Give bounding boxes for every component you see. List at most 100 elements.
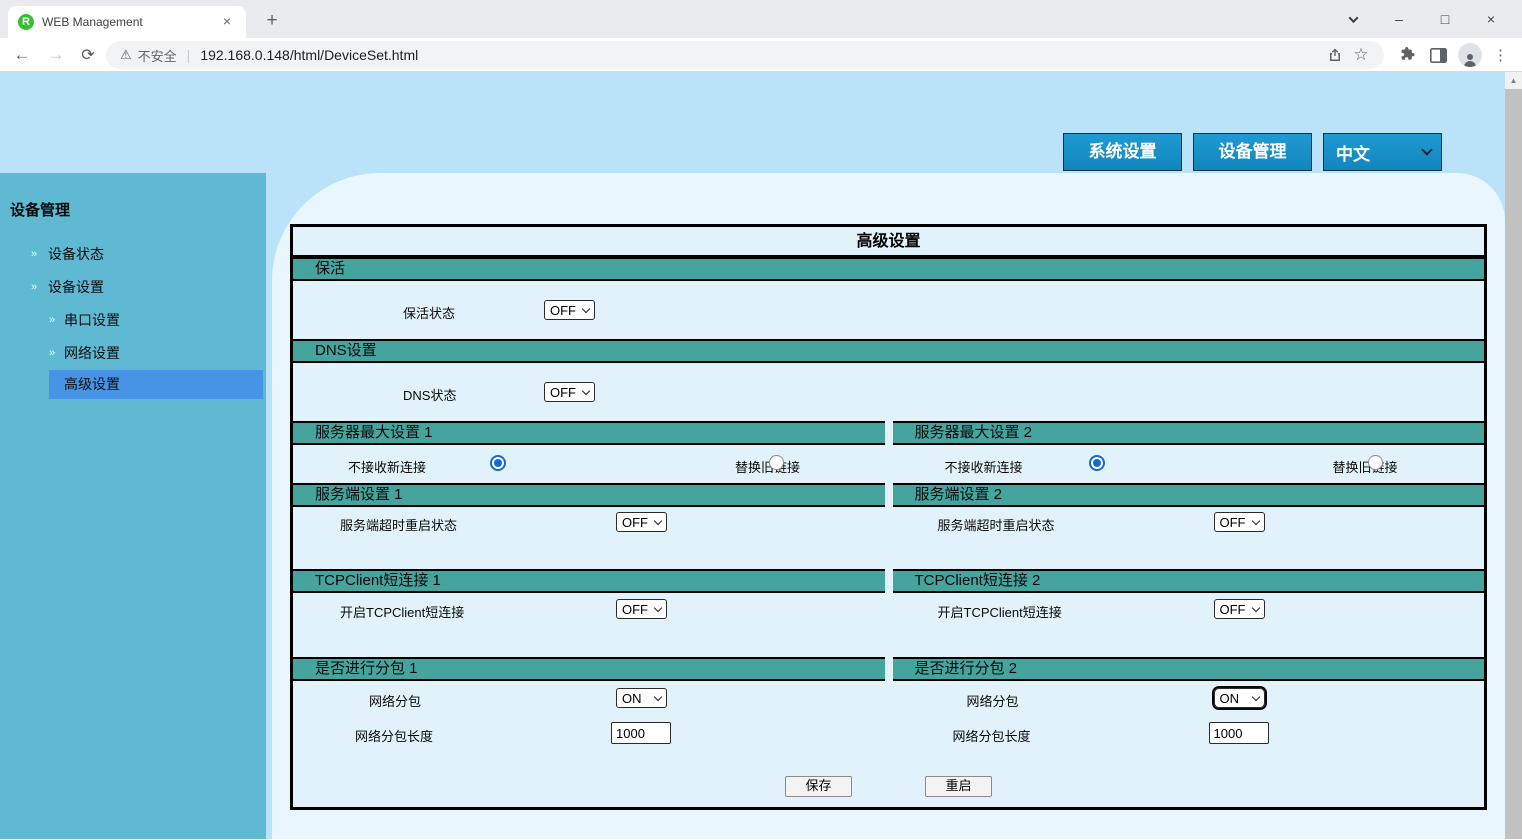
- save-button[interactable]: 保存: [785, 776, 852, 797]
- arrow-bullet-icon: »: [49, 337, 55, 370]
- packet-length-input-2[interactable]: [1209, 722, 1269, 744]
- language-value: 中文: [1336, 140, 1370, 165]
- replace-old-link-label: 替换旧链接: [1333, 457, 1398, 476]
- sidebar-item-device-status[interactable]: » 设备状态: [0, 238, 266, 271]
- section-header-tcpclient-1: TCPClient短连接 1: [293, 569, 885, 593]
- select-chevron-icon: [1251, 516, 1259, 524]
- keepalive-row: 保活状态 OFF: [293, 281, 1484, 339]
- device-management-button[interactable]: 设备管理: [1193, 133, 1312, 171]
- select-chevron-icon: [654, 603, 662, 611]
- page-scrollbar[interactable]: ▲: [1505, 72, 1522, 839]
- reload-icon[interactable]: ⟳: [75, 42, 101, 68]
- side-panel-icon[interactable]: [1423, 42, 1454, 68]
- dns-status-select[interactable]: OFF: [544, 382, 595, 402]
- sidebar-item-device-settings[interactable]: » 设备设置: [0, 271, 266, 304]
- bookmark-star-icon[interactable]: ☆: [1348, 42, 1374, 68]
- packet-length-label: 网络分包长度: [953, 726, 1031, 745]
- server-timeout-select-1[interactable]: OFF: [616, 512, 667, 532]
- page-background: 系统设置 设备管理 中文 设备管理 » 设备状态 » 设备设置 » 串口设置 »…: [0, 72, 1522, 839]
- section-header-keepalive: 保活: [293, 257, 1484, 281]
- server-max-2-options: 不接收新连接 替换旧链接: [893, 445, 1485, 483]
- sidebar: 设备管理 » 设备状态 » 设备设置 » 串口设置 » 网络设置 高级设置: [0, 173, 266, 839]
- replace-old-link-label: 替换旧链接: [735, 457, 800, 476]
- minimize-button[interactable]: –: [1376, 0, 1422, 38]
- section-header-server-max-1: 服务器最大设置 1: [293, 421, 885, 445]
- server-timeout-row-1: 服务端超时重启状态 OFF: [293, 507, 885, 569]
- section-header-tcpclient-2: TCPClient短连接 2: [893, 569, 1485, 593]
- keepalive-status-label: 保活状态: [403, 303, 455, 322]
- scrollbar-up-icon[interactable]: ▲: [1505, 72, 1522, 89]
- tcpclient-select-2[interactable]: OFF: [1214, 599, 1265, 619]
- section-header-packet-2: 是否进行分包 2: [893, 657, 1485, 681]
- address-bar[interactable]: ⚠ 不安全 | 192.168.0.148/html/DeviceSet.htm…: [106, 41, 1384, 69]
- form-actions: 保存 重启: [293, 765, 1484, 807]
- server-timeout-label: 服务端超时重启状态: [340, 515, 457, 534]
- tcpclient-row-2: 开启TCPClient短连接 OFF: [893, 593, 1485, 657]
- replace-old-link-radio-1[interactable]: [769, 455, 784, 470]
- favicon-icon: R: [18, 14, 34, 30]
- arrow-bullet-icon: »: [31, 238, 37, 271]
- dns-row: DNS状态 OFF: [293, 363, 1484, 421]
- not-secure-label[interactable]: 不安全: [138, 46, 177, 65]
- address-separator: |: [187, 47, 191, 63]
- not-secure-icon: ⚠: [120, 47, 132, 63]
- sidebar-item-advanced-settings[interactable]: 高级设置: [49, 370, 263, 399]
- packet-mode-label: 网络分包: [369, 691, 421, 710]
- packet-length-row-2: 网络分包长度: [893, 715, 1485, 751]
- select-chevron-icon: [582, 386, 590, 394]
- browser-tab[interactable]: R WEB Management ×: [8, 6, 246, 38]
- section-header-packet-1: 是否进行分包 1: [293, 657, 885, 681]
- arrow-bullet-icon: »: [31, 271, 37, 304]
- packet-mode-label: 网络分包: [967, 691, 1019, 710]
- packet-length-input-1[interactable]: [611, 722, 671, 744]
- tcpclient-enable-label: 开启TCPClient短连接: [938, 602, 1062, 621]
- server-max-1-options: 不接收新连接 替换旧链接: [293, 445, 885, 483]
- restart-button[interactable]: 重启: [925, 776, 992, 797]
- select-chevron-icon: [582, 304, 590, 312]
- section-header-dns: DNS设置: [293, 339, 1484, 363]
- no-new-connection-radio-2[interactable]: [1089, 455, 1105, 471]
- profile-avatar[interactable]: [1454, 42, 1485, 68]
- system-settings-button[interactable]: 系统设置: [1063, 133, 1182, 171]
- share-icon[interactable]: [1322, 42, 1348, 68]
- section-header-server-max-2: 服务器最大设置 2: [893, 421, 1485, 445]
- extensions-icon[interactable]: [1392, 42, 1423, 68]
- server-timeout-row-2: 服务端超时重启状态 OFF: [893, 507, 1485, 569]
- window-controls: – □ ×: [1330, 0, 1514, 38]
- section-header-server-1: 服务端设置 1: [293, 483, 885, 507]
- browser-toolbar: ← → ⟳ ⚠ 不安全 | 192.168.0.148/html/DeviceS…: [0, 38, 1522, 72]
- tab-close-icon[interactable]: ×: [218, 13, 236, 31]
- no-new-connection-radio-1[interactable]: [490, 455, 506, 471]
- tcpclient-select-1[interactable]: OFF: [616, 599, 667, 619]
- select-chevron-icon: [1251, 692, 1259, 700]
- tab-strip: R WEB Management × + – □ ×: [0, 0, 1522, 38]
- dns-status-label: DNS状态: [403, 385, 456, 404]
- language-select[interactable]: 中文: [1323, 133, 1442, 171]
- sidebar-title: 设备管理: [10, 199, 266, 220]
- packet-length-label: 网络分包长度: [355, 726, 433, 745]
- server-timeout-select-2[interactable]: OFF: [1214, 512, 1265, 532]
- arrow-bullet-icon: »: [49, 304, 55, 337]
- server-timeout-label: 服务端超时重启状态: [938, 515, 1055, 534]
- chevron-down-icon: [1421, 144, 1432, 155]
- tab-search-icon[interactable]: [1330, 0, 1376, 38]
- replace-old-link-radio-2[interactable]: [1368, 455, 1383, 470]
- new-tab-button[interactable]: +: [258, 8, 286, 36]
- advanced-settings-table: 高级设置 保活 保活状态 OFF DNS设置 DNS状态 OFF 服务器最大设置…: [290, 224, 1487, 810]
- url-text[interactable]: 192.168.0.148/html/DeviceSet.html: [200, 47, 1322, 63]
- sidebar-item-network-settings[interactable]: » 网络设置: [0, 337, 266, 370]
- back-icon[interactable]: ←: [9, 42, 35, 68]
- maximize-button[interactable]: □: [1422, 0, 1468, 38]
- sidebar-item-serial-settings[interactable]: » 串口设置: [0, 304, 266, 337]
- packet-length-row-1: 网络分包长度: [293, 715, 885, 751]
- packet-mode-select-2[interactable]: ON: [1214, 688, 1265, 708]
- forward-icon[interactable]: →: [43, 42, 69, 68]
- select-chevron-icon: [654, 516, 662, 524]
- packet-mode-select-1[interactable]: ON: [616, 688, 667, 708]
- keepalive-status-select[interactable]: OFF: [544, 300, 595, 320]
- select-chevron-icon: [1251, 603, 1259, 611]
- menu-kebab-icon[interactable]: ⋮: [1485, 42, 1516, 68]
- tab-title: WEB Management: [42, 15, 218, 29]
- no-new-connection-label: 不接收新连接: [945, 457, 1023, 476]
- close-button[interactable]: ×: [1468, 0, 1514, 38]
